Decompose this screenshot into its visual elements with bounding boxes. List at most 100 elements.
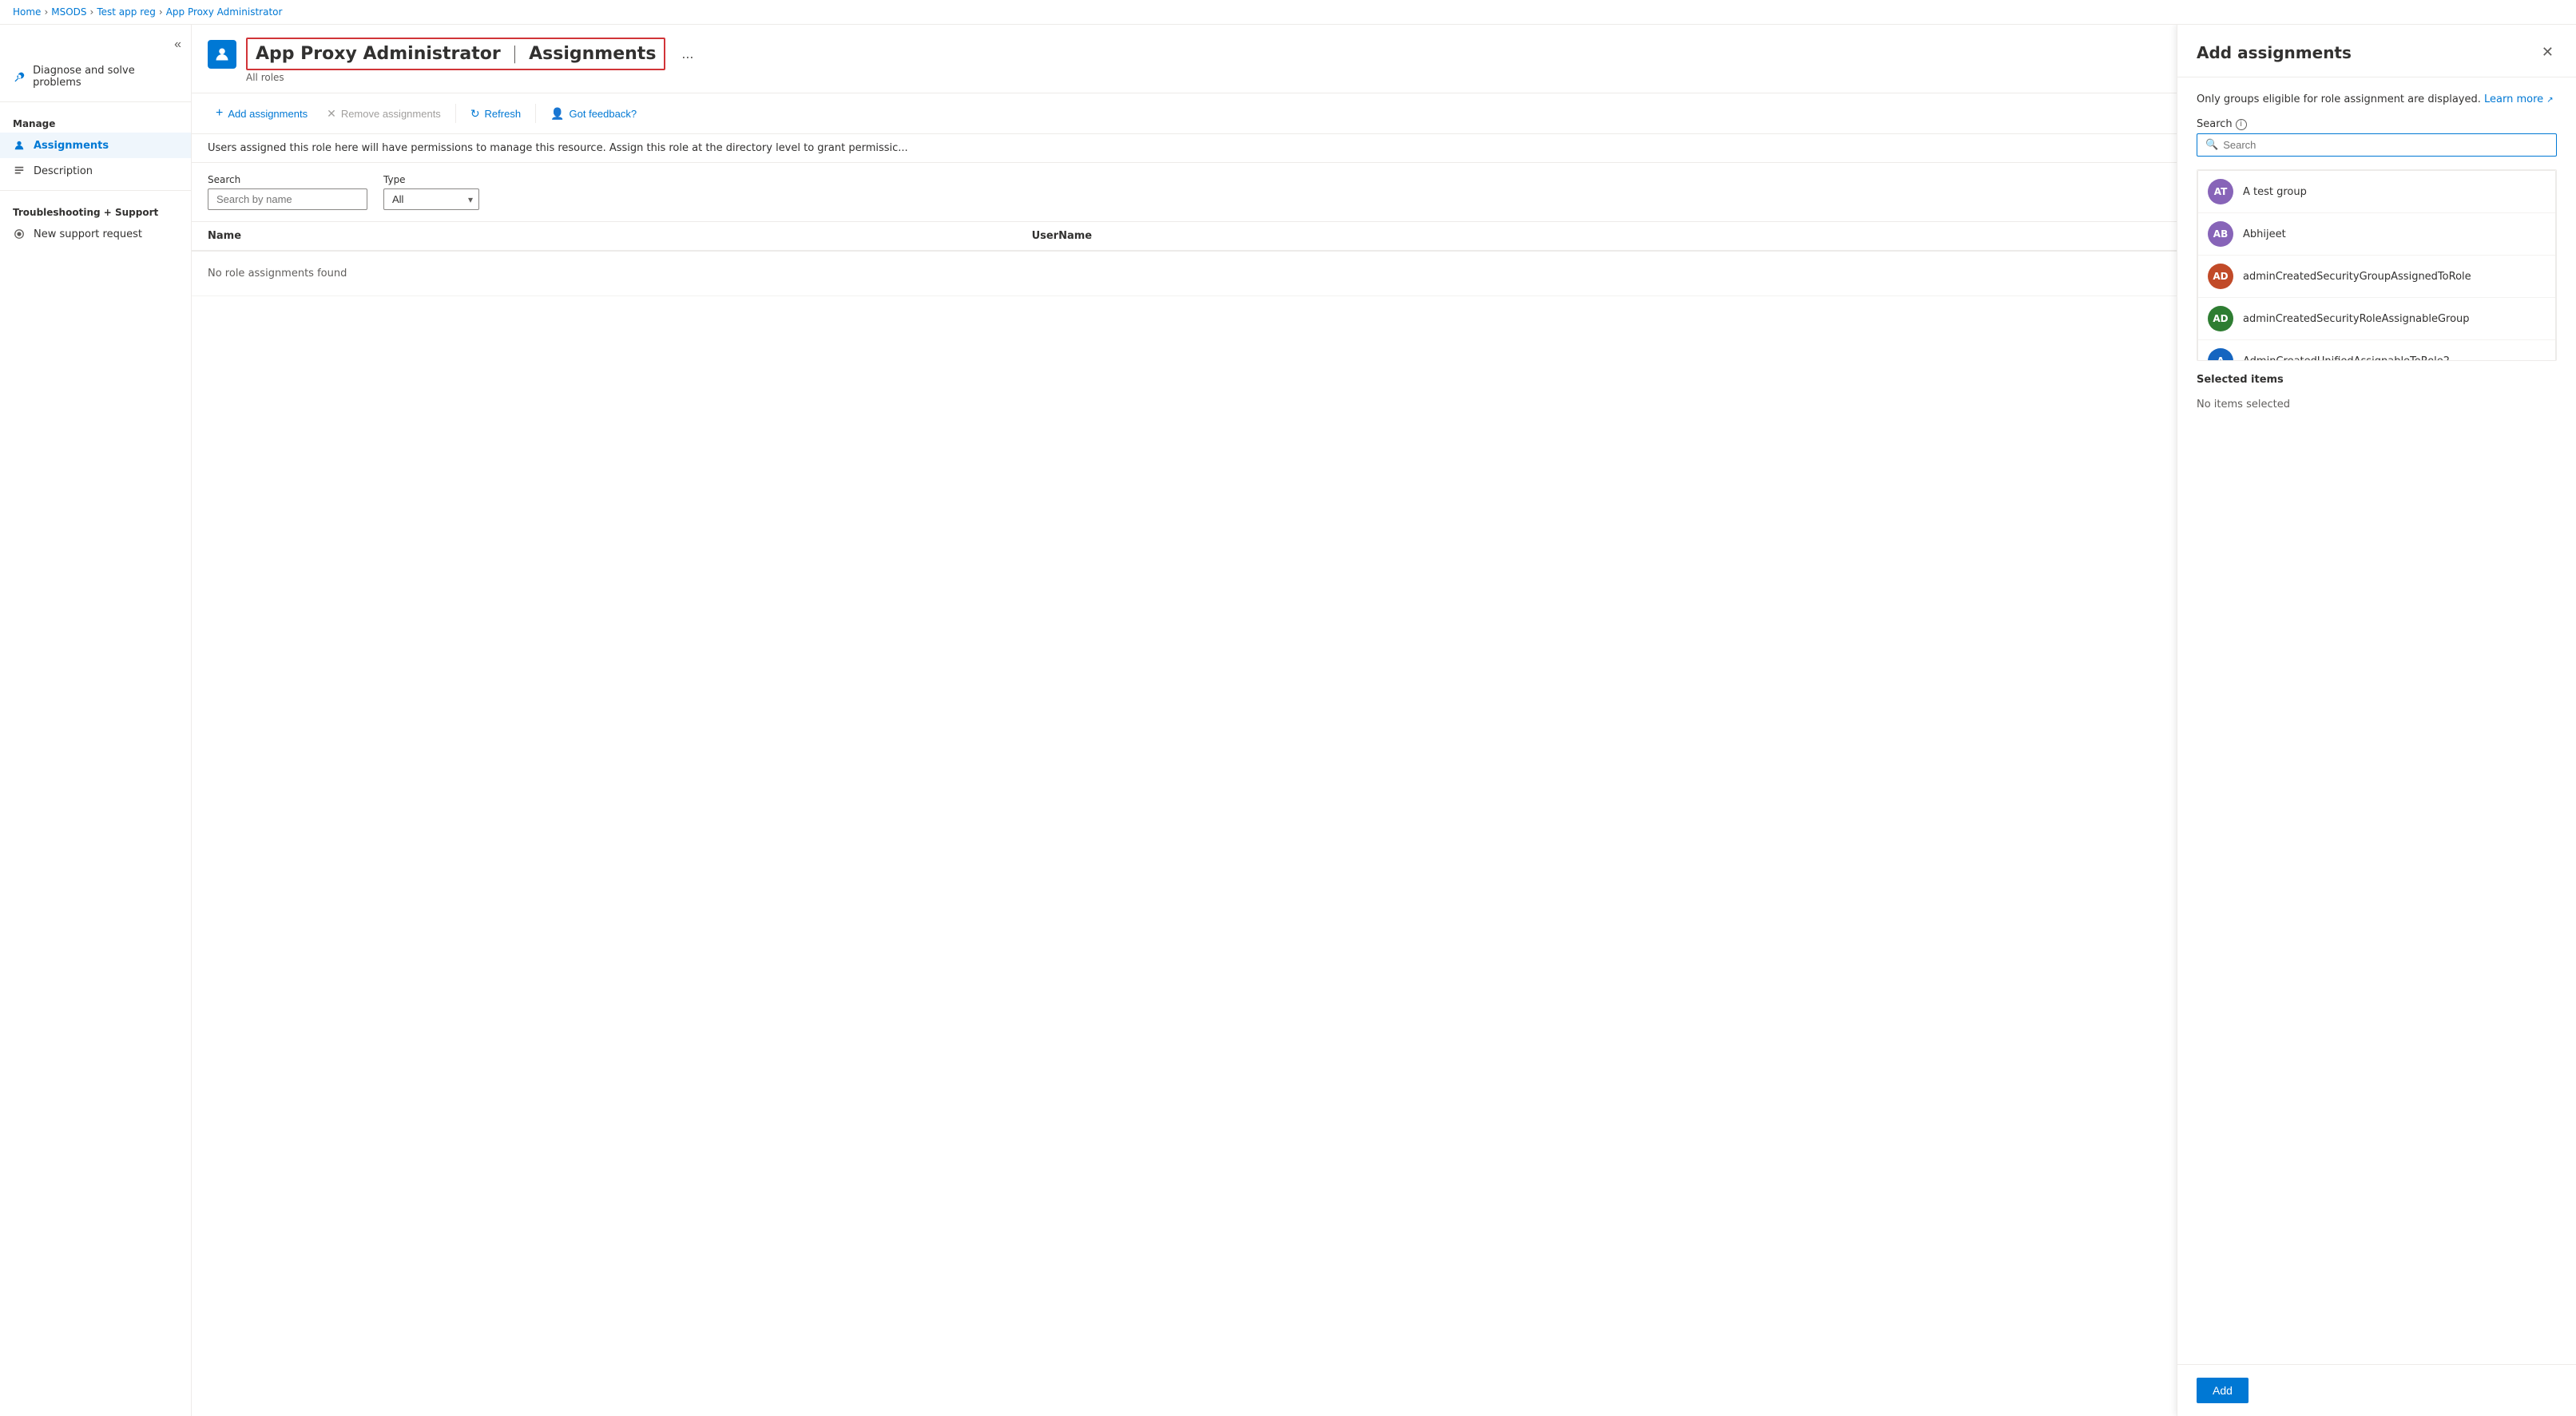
col-name: Name [192,222,1016,251]
filter-bar: Search Type All User Group Service Princ… [192,163,2177,222]
search-filter-label: Search [208,174,367,185]
sidebar-divider-1 [0,101,191,102]
page-title: App Proxy Administrator [256,44,501,64]
search-filter-group: Search [208,174,367,210]
x-icon: ✕ [327,107,336,121]
remove-assignments-label: Remove assignments [341,108,441,120]
sidebar-assignments-label: Assignments [34,140,109,152]
breadcrumb-app-proxy-admin[interactable]: App Proxy Administrator [166,6,283,18]
add-button[interactable]: Add [2197,1378,2249,1403]
search-input[interactable] [208,188,367,210]
assignments-icon [13,139,26,152]
plus-icon: + [216,106,223,121]
panel-search-input[interactable] [2223,139,2548,151]
sidebar-item-assignments[interactable]: Assignments [0,133,191,158]
avatar-at: AT [2208,179,2233,204]
list-item[interactable]: AD adminCreatedSecurityGroupAssignedToRo… [2198,256,2555,298]
header-title-box: App Proxy Administrator | Assignments [246,38,665,70]
item-name-ab: Abhijeet [2243,228,2286,240]
sidebar-support-label: New support request [34,228,142,240]
feedback-icon: 👤 [550,107,564,121]
external-link-icon: ↗ [2546,96,2553,105]
info-icon: i [2236,119,2247,130]
panel-body: Only groups eligible for role assignment… [2177,77,2576,1364]
sidebar-divider-2 [0,190,191,191]
toolbar: + Add assignments ✕ Remove assignments ↻… [192,93,2177,134]
selected-section: Selected items No items selected [2197,374,2557,417]
table-row-empty: No role assignments found [192,251,2177,296]
search-icon: 🔍 [2205,139,2218,151]
sidebar-diagnose-label: Diagnose and solve problems [33,65,178,89]
page-subtitle: All roles [246,72,2161,83]
info-text: Users assigned this role here will have … [208,142,908,154]
title-separator: | [512,44,518,64]
collapse-area: « [0,31,191,58]
collapse-button[interactable]: « [171,34,185,55]
feedback-button[interactable]: 👤 Got feedback? [542,102,645,125]
avatar-ab: AB [2208,221,2233,247]
learn-more-link[interactable]: Learn more ↗ [2484,93,2554,105]
type-select[interactable]: All User Group Service Principal [383,188,479,210]
refresh-button[interactable]: ↻ Refresh [462,102,529,125]
add-assignments-label: Add assignments [228,108,308,120]
item-name-at: A test group [2243,186,2307,198]
right-panel: Add assignments ✕ Only groups eligible f… [2177,25,2576,1416]
panel-title: Add assignments [2197,43,2352,62]
sidebar: « Diagnose and solve problems Manage Ass… [0,25,192,1416]
support-icon [13,228,26,240]
sidebar-item-description[interactable]: Description [0,158,191,184]
wrench-icon [13,70,25,83]
description-icon [13,165,26,177]
more-button[interactable]: ... [675,42,700,65]
close-button[interactable]: ✕ [2538,41,2557,64]
breadcrumb-msods[interactable]: MSODS [51,6,86,18]
item-list-scroll: AT A test group AB Abhijeet AD adminCrea… [2197,169,2557,361]
manage-section-label: Manage [0,109,191,133]
sidebar-item-support[interactable]: New support request [0,221,191,247]
avatar-ad1: AD [2208,264,2233,289]
col-username: UserName [1016,222,2177,251]
feedback-label: Got feedback? [570,108,637,120]
search-section: Search i 🔍 [2197,118,2557,157]
panel-footer: Add [2177,1364,2576,1416]
panel-search-label: Search i [2197,118,2557,130]
no-items-text: No role assignments found [192,251,2177,296]
page-header: App Proxy Administrator | Assignments ..… [192,25,2177,93]
refresh-icon: ↻ [470,107,480,121]
no-selected-text: No items selected [2197,392,2557,417]
type-select-wrapper: All User Group Service Principal [383,188,479,210]
sidebar-item-diagnose[interactable]: Diagnose and solve problems [0,58,191,95]
selected-items-label: Selected items [2197,374,2557,386]
panel-search-wrapper: 🔍 [2197,133,2557,157]
refresh-label: Refresh [485,108,522,120]
item-name-a: AdminCreatedUnifiedAssignableToRole2 [2243,355,2450,362]
type-filter-label: Type [383,174,479,185]
breadcrumb: Home › MSODS › Test app reg › App Proxy … [0,0,2576,25]
info-bar: Users assigned this role here will have … [192,134,2177,163]
list-item[interactable]: AD adminCreatedSecurityRoleAssignableGro… [2198,298,2555,340]
item-list: AT A test group AB Abhijeet AD adminCrea… [2197,170,2556,361]
panel-info: Only groups eligible for role assignment… [2197,93,2557,105]
main-content: App Proxy Administrator | Assignments ..… [192,25,2177,1416]
panel-info-text: Only groups eligible for role assignment… [2197,93,2481,105]
assignments-table: Name UserName No role assignments found [192,222,2177,296]
type-filter-group: Type All User Group Service Principal [383,174,479,210]
item-name-ad2: adminCreatedSecurityRoleAssignableGroup [2243,313,2470,325]
avatar-a: A [2208,348,2233,361]
page-icon [208,40,236,69]
item-name-ad1: adminCreatedSecurityGroupAssignedToRole [2243,271,2471,283]
breadcrumb-home[interactable]: Home [13,6,41,18]
list-item[interactable]: A AdminCreatedUnifiedAssignableToRole2 [2198,340,2555,361]
panel-header: Add assignments ✕ [2177,25,2576,77]
toolbar-divider-1 [455,104,456,123]
page-section: Assignments [529,44,656,64]
list-item[interactable]: AT A test group [2198,171,2555,213]
remove-assignments-button[interactable]: ✕ Remove assignments [319,102,449,125]
breadcrumb-test-app-reg[interactable]: Test app reg [97,6,156,18]
list-item[interactable]: AB Abhijeet [2198,213,2555,256]
troubleshooting-section-label: Troubleshooting + Support [0,197,191,221]
avatar-ad2: AD [2208,306,2233,331]
sidebar-description-label: Description [34,165,93,177]
toolbar-divider-2 [535,104,536,123]
add-assignments-button[interactable]: + Add assignments [208,101,316,125]
